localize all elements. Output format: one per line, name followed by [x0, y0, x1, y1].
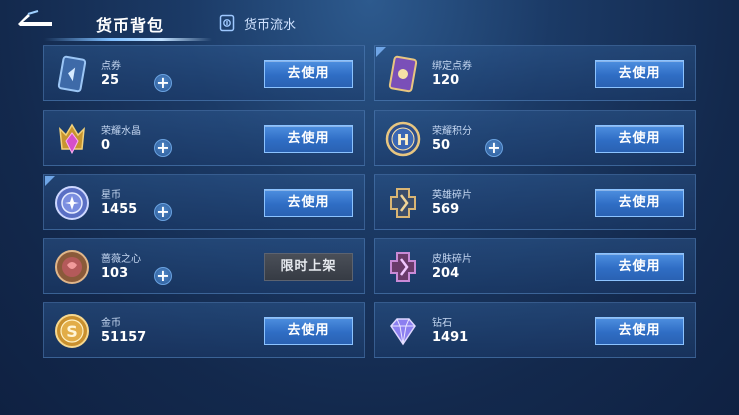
item-name: 英雄碎片: [432, 190, 472, 201]
item-count: 1455: [101, 202, 138, 217]
use-button[interactable]: 去使用: [595, 253, 684, 281]
item-name: 荣耀积分: [432, 126, 472, 137]
tab-currency-flow-label: 货币流水: [244, 17, 297, 33]
svg-text:H: H: [397, 131, 410, 149]
skin-shard-icon: [390, 252, 416, 282]
svg-text:S: S: [66, 322, 78, 341]
limited-time-button: 限时上架: [264, 253, 353, 281]
glory-points-icon: H: [385, 121, 421, 157]
coupon-card-icon: [57, 55, 87, 93]
item-name: 绑定点券: [432, 61, 472, 72]
currency-card: 绑定点券 120 去使用: [374, 45, 696, 101]
gold-coin-icon: S: [55, 314, 89, 348]
use-button[interactable]: 去使用: [595, 189, 684, 217]
diamond-icon: [390, 318, 416, 346]
currency-card: 钻石 1491 去使用: [374, 302, 696, 358]
item-name: 荣耀水晶: [101, 126, 141, 137]
currency-card: 荣耀水晶 0 + 去使用: [43, 110, 365, 166]
page-title: 货币背包: [96, 16, 165, 35]
top-bar: 货币背包 货币流水: [0, 0, 739, 46]
currency-card: 英雄碎片 569 去使用: [374, 174, 696, 230]
glory-crystal-icon: [59, 123, 85, 155]
item-name: 金币: [101, 318, 121, 329]
item-count: 569: [432, 202, 460, 217]
use-button[interactable]: 去使用: [264, 317, 353, 345]
item-name: 星币: [101, 190, 121, 201]
use-button[interactable]: 去使用: [595, 125, 684, 153]
currency-card: 星币 1455 + 去使用: [43, 174, 365, 230]
item-count: 0: [101, 138, 111, 153]
item-name: 钻石: [432, 318, 452, 329]
tab-currency-flow[interactable]: 货币流水: [219, 12, 296, 34]
item-count: 103: [101, 266, 129, 281]
currency-card: 皮肤碎片 204 去使用: [374, 238, 696, 294]
item-count: 120: [432, 73, 460, 88]
currency-card: H 荣耀积分 50 + 去使用: [374, 110, 696, 166]
use-button[interactable]: 去使用: [264, 189, 353, 217]
star-coin-icon: [55, 186, 89, 220]
rose-heart-icon: [55, 250, 89, 284]
item-count: 51157: [101, 330, 147, 345]
use-button[interactable]: 去使用: [595, 317, 684, 345]
add-button[interactable]: +: [154, 74, 172, 92]
use-button[interactable]: 去使用: [264, 125, 353, 153]
hero-shard-icon: [390, 188, 416, 218]
item-count: 25: [101, 73, 120, 88]
item-count: 50: [432, 138, 451, 153]
add-button[interactable]: +: [154, 203, 172, 221]
title-underline: [44, 38, 212, 41]
item-count: 204: [432, 266, 460, 281]
item-count: 1491: [432, 330, 469, 345]
bound-coupon-icon: [388, 55, 418, 93]
back-arrow-icon[interactable]: [14, 8, 56, 30]
add-button[interactable]: +: [154, 139, 172, 157]
item-name: 点券: [101, 61, 121, 72]
use-button[interactable]: 去使用: [595, 60, 684, 88]
use-button[interactable]: 去使用: [264, 60, 353, 88]
currency-card: S 金币 51157 去使用: [43, 302, 365, 358]
item-name: 蔷薇之心: [101, 254, 141, 265]
add-button[interactable]: +: [154, 267, 172, 285]
ledger-icon: [219, 14, 235, 32]
currency-card: 蔷薇之心 103 + 限时上架: [43, 238, 365, 294]
currency-card: 点券 25 + 去使用: [43, 45, 365, 101]
add-button[interactable]: +: [485, 139, 503, 157]
item-name: 皮肤碎片: [432, 254, 472, 265]
